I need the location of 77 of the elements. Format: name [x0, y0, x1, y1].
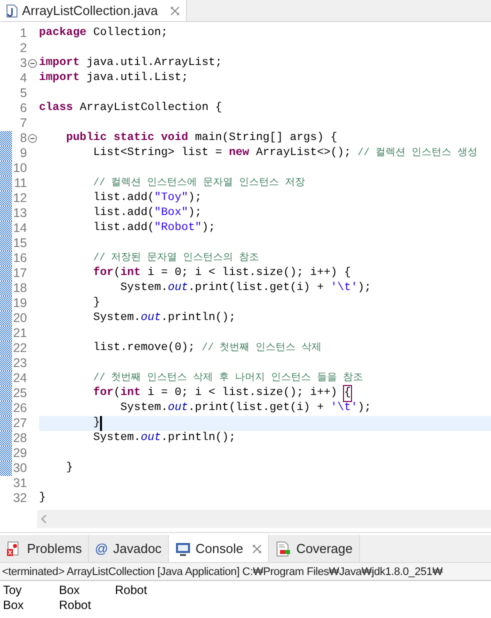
- line-number: 28: [12, 431, 27, 446]
- panel-tab[interactable]: @ Javadoc: [88, 535, 169, 562]
- line-number: 26: [12, 401, 27, 416]
- line-number: 2: [19, 41, 27, 56]
- code-line: // 컬렉션 인스턴스에 문자열 인스턴스 저장: [92, 176, 306, 191]
- line-number: 21: [12, 326, 27, 341]
- console-output: Box: [3, 598, 25, 613]
- coverage-icon: [275, 540, 292, 556]
- line-number: 12: [12, 191, 27, 206]
- line-number: 19: [12, 296, 27, 311]
- console-output: Box: [59, 583, 81, 598]
- code-line: package Collection;: [39, 26, 168, 41]
- line-number: 25: [12, 386, 27, 401]
- code-line: import java.util.List;: [39, 71, 188, 86]
- code-line: System.out.println();: [92, 431, 236, 446]
- line-number: 5: [19, 86, 27, 101]
- panel-tab[interactable]: Problems: [0, 535, 89, 562]
- code-line: list.add("Box");: [92, 206, 202, 221]
- code-line: for(int i = 0; i < list.size(); i++) {: [92, 266, 351, 281]
- line-number: 22: [12, 341, 27, 356]
- close-icon[interactable]: [252, 544, 262, 554]
- console-header: <terminated> ArrayListCollection [Java Application] C:₩Program Files₩Java₩jdk1.8.0_251₩: [0, 563, 491, 581]
- line-number: 13: [12, 206, 27, 221]
- line-number: 6: [19, 101, 27, 116]
- collapse-icon[interactable]: [28, 134, 37, 143]
- console-output: Robot: [59, 598, 92, 613]
- scroll-left-icon[interactable]: [41, 515, 47, 523]
- code-line: list.remove(0); // 첫번째 인스턴스 삭제: [92, 341, 322, 356]
- code-line: }: [39, 491, 46, 506]
- line-number: 8: [19, 131, 27, 146]
- code-line: // 저장된 문자열 인스턴스의 참조: [92, 252, 260, 266]
- code-line: import java.util.ArrayList;: [39, 56, 222, 71]
- line-number: 31: [12, 476, 27, 491]
- horizontal-scrollbar[interactable]: [37, 510, 491, 528]
- code-line: list.add("Robot");: [92, 221, 216, 236]
- code-line: System.out.print(list.get(i) + '\t');: [119, 401, 372, 416]
- code-line: class ArrayListCollection {: [39, 101, 222, 116]
- console-output: Toy: [3, 583, 23, 598]
- line-number: 14: [12, 221, 27, 236]
- line-number: 1: [19, 26, 27, 41]
- monitor-icon: [174, 540, 191, 556]
- line-number: 27: [12, 416, 27, 431]
- line-number: 4: [19, 71, 27, 86]
- line-number: 11: [13, 176, 27, 191]
- code-line: }: [65, 461, 73, 476]
- code-line: for(int i = 0; i < list.size(); i++) {: [39, 386, 351, 401]
- line-number: 17: [12, 266, 27, 281]
- console-output: Robot: [115, 583, 148, 598]
- code-line: System.out.print(list.get(i) + '\t');: [119, 281, 372, 296]
- code-line: public static void main(String[] args) {: [65, 131, 338, 146]
- code-line: list.add("Toy");: [92, 191, 202, 206]
- line-number: 9: [19, 146, 27, 161]
- java-file-icon: [6, 4, 18, 18]
- line-number: 32: [12, 491, 27, 506]
- code-line: }: [92, 416, 100, 431]
- line-number: 24: [12, 371, 27, 386]
- code-line: // 첫번째 인스턴스 삭제 후 나머지 인스턴스 들을 참조: [92, 372, 364, 386]
- line-number: 20: [12, 311, 27, 326]
- line-number: 23: [12, 356, 27, 371]
- line-number: 18: [12, 281, 27, 296]
- at-icon: @: [94, 538, 108, 558]
- line-number: 29: [12, 446, 27, 461]
- line-number: 30: [12, 461, 27, 476]
- line-number: 3: [19, 56, 27, 71]
- line-number: 15: [12, 236, 27, 251]
- line-number: 10: [12, 161, 27, 176]
- code-line: }: [92, 296, 100, 311]
- line-number: 16: [12, 251, 27, 266]
- editor-tab[interactable]: ArrayListCollection.java: [0, 0, 187, 21]
- panel-tab[interactable]: Console: [168, 535, 270, 562]
- text-cursor: [100, 416, 102, 431]
- code-line: System.out.println();: [92, 311, 236, 326]
- close-icon[interactable]: [170, 6, 180, 16]
- collapse-icon[interactable]: [28, 59, 37, 68]
- line-number: 7: [19, 116, 27, 131]
- code-line: List<String> list = new ArrayList<>(); // 컬렉션 인스턴스 생성: [92, 146, 478, 161]
- panel-tab[interactable]: Coverage: [269, 535, 360, 562]
